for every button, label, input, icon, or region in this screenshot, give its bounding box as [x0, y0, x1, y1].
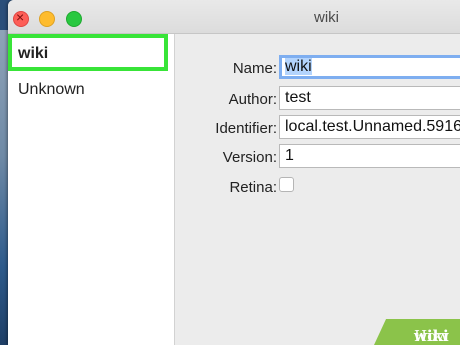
- minimize-window-button[interactable]: [39, 11, 55, 27]
- retina-label: Retina:: [229, 179, 277, 196]
- window-title: wiki: [314, 9, 339, 26]
- app-window: wiki wiki Unknown Name: wiki Author: tes…: [8, 0, 460, 345]
- maximize-window-button[interactable]: [66, 11, 82, 27]
- sidebar: wiki Unknown: [8, 34, 175, 345]
- name-row: Name: wiki: [175, 55, 460, 81]
- name-label: Name:: [232, 60, 277, 77]
- author-label: Author:: [228, 91, 277, 108]
- version-label: Version:: [222, 149, 277, 166]
- sidebar-item-label: wiki: [18, 45, 49, 62]
- name-value: wiki: [285, 58, 312, 75]
- sidebar-item-wiki[interactable]: wiki: [8, 34, 168, 71]
- version-row: Version: 1: [175, 144, 460, 170]
- close-window-button[interactable]: [13, 9, 29, 27]
- watermark-text-how: How: [414, 327, 449, 345]
- retina-row: Retina:: [175, 174, 460, 200]
- wikihow-watermark: wiki How: [374, 319, 460, 345]
- identifier-row: Identifier: local.test.Unnamed.5916: [175, 115, 460, 141]
- author-row: Author: test: [175, 86, 460, 112]
- sidebar-item-label: Unknown: [18, 81, 85, 98]
- retina-checkbox[interactable]: [279, 177, 294, 192]
- identifier-label: Identifier:: [215, 120, 277, 137]
- version-field[interactable]: 1: [279, 144, 460, 168]
- identifier-field[interactable]: local.test.Unnamed.5916: [279, 115, 460, 139]
- name-field[interactable]: wiki: [279, 55, 460, 79]
- sidebar-item-unknown[interactable]: Unknown: [8, 71, 168, 107]
- title-bar[interactable]: wiki: [8, 0, 460, 34]
- properties-form: Name: wiki Author: test Identifier: loca…: [175, 34, 460, 345]
- author-field[interactable]: test: [279, 86, 460, 110]
